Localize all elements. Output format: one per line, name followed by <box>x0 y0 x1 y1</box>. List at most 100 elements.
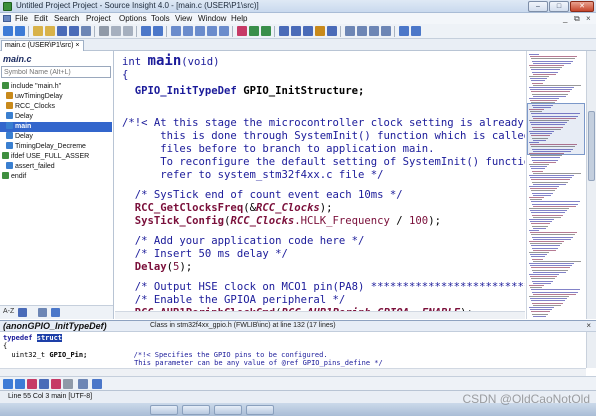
overview-line <box>530 166 547 168</box>
pin-icon[interactable] <box>51 379 61 389</box>
undo-icon[interactable] <box>141 26 151 36</box>
symbol-window-icon[interactable] <box>279 26 289 36</box>
overview-line <box>529 98 559 99</box>
symbol-item[interactable]: endif <box>0 172 112 182</box>
endif-icon <box>2 172 9 179</box>
context-window-icon[interactable] <box>291 26 301 36</box>
jump-icon[interactable] <box>249 26 259 36</box>
mdi-minimize-button[interactable]: _ <box>563 14 567 23</box>
editor-vertical-scrollbar[interactable] <box>586 51 596 319</box>
overview-line <box>529 241 564 242</box>
taskbar-button[interactable] <box>150 405 178 415</box>
params: (void) <box>181 56 220 68</box>
gear-icon[interactable] <box>92 379 102 389</box>
overview-line <box>533 304 561 306</box>
lock-icon[interactable] <box>63 379 73 389</box>
symbol-item[interactable]: RCC_Clocks <box>0 102 112 112</box>
layout-icon[interactable] <box>381 26 391 36</box>
grid-view-icon[interactable] <box>38 308 47 317</box>
copy-icon[interactable] <box>78 379 88 389</box>
variable-icon <box>6 92 13 99</box>
comment-line: files before to branch to application ma… <box>122 143 435 155</box>
tab-main-c[interactable]: main.c (USER\P1\src) × <box>1 40 84 51</box>
back-icon[interactable] <box>3 379 13 389</box>
layout-icon[interactable] <box>357 26 367 36</box>
forward-icon[interactable] <box>15 26 25 36</box>
settings-icon[interactable] <box>399 26 409 36</box>
overview-minimap[interactable] <box>526 51 585 319</box>
replace-icon[interactable] <box>195 26 205 36</box>
project-window-icon[interactable] <box>315 26 325 36</box>
scrollbar-thumb[interactable] <box>588 111 595 181</box>
context-window: (anonGPIO_InitTypeDef) Class in stm32f4x… <box>0 320 596 376</box>
symbol-search-input[interactable] <box>1 66 111 78</box>
new-file-icon[interactable] <box>33 26 43 36</box>
back-icon[interactable] <box>3 26 13 36</box>
taskbar-button[interactable] <box>182 405 210 415</box>
document-icon[interactable] <box>3 15 11 22</box>
taskbar-button[interactable] <box>214 405 242 415</box>
panel-icon[interactable] <box>411 26 421 36</box>
menu-search[interactable]: Search <box>54 14 79 23</box>
clip-window-icon[interactable] <box>327 26 337 36</box>
symbol-item[interactable]: TimingDelay_Decreme <box>0 142 112 152</box>
list-view-icon[interactable] <box>18 308 27 317</box>
open-file-icon[interactable] <box>45 26 55 36</box>
layout-icon[interactable] <box>345 26 355 36</box>
search-icon[interactable] <box>171 26 181 36</box>
editor-horizontal-scrollbar[interactable] <box>115 311 525 319</box>
code-line: RCC_GetClocksFreq(&RCC_Clocks); <box>122 202 333 215</box>
find-next-icon[interactable] <box>207 26 217 36</box>
menu-tools[interactable]: Tools <box>151 14 170 23</box>
print-icon[interactable] <box>81 26 91 36</box>
relation-window-icon[interactable] <box>303 26 313 36</box>
redo-icon[interactable] <box>153 26 163 36</box>
maximize-button[interactable]: □ <box>549 1 569 12</box>
save-all-icon[interactable] <box>69 26 79 36</box>
context-close-button[interactable]: × <box>586 321 591 330</box>
menu-edit[interactable]: Edit <box>34 14 48 23</box>
layout-icon[interactable] <box>39 379 49 389</box>
field: .HCLK_Frequency <box>294 215 390 227</box>
symbol-item[interactable]: include "main.h" <box>0 82 112 92</box>
overview-line <box>532 247 558 249</box>
symbol-item[interactable]: uwTimingDelay <box>0 92 112 102</box>
layout-icon[interactable] <box>369 26 379 36</box>
menu-window[interactable]: Window <box>198 14 226 23</box>
symbol-item[interactable]: assert_failed <box>0 162 112 172</box>
menu-file[interactable]: File <box>15 14 28 23</box>
save-icon[interactable] <box>57 26 67 36</box>
mdi-close-button[interactable]: × <box>586 14 591 23</box>
forward-icon[interactable] <box>15 379 25 389</box>
menu-options[interactable]: Options <box>119 14 147 23</box>
overview-line <box>533 227 546 229</box>
macro: RCC_Clocks <box>230 215 295 227</box>
sort-az-button[interactable]: A-Z <box>3 308 14 315</box>
close-button[interactable]: ✕ <box>570 1 594 12</box>
bookmark-icon[interactable] <box>237 26 247 36</box>
overview-line <box>533 293 576 295</box>
symbol-item[interactable]: main <box>0 122 112 132</box>
browse-icon[interactable] <box>261 26 271 36</box>
symbol-item[interactable]: Delay <box>0 132 112 142</box>
minimize-button[interactable]: – <box>528 1 548 12</box>
bookmark-icon[interactable] <box>27 379 37 389</box>
taskbar-button[interactable] <box>246 405 274 415</box>
symbol-item[interactable]: ifdef USE_FULL_ASSER <box>0 152 112 162</box>
overview-line <box>530 100 557 102</box>
paste-icon[interactable] <box>123 26 133 36</box>
symbol-item[interactable]: Delay <box>0 112 112 122</box>
overview-line <box>531 102 555 104</box>
cut-icon[interactable] <box>99 26 109 36</box>
search-project-icon[interactable] <box>183 26 193 36</box>
gear-icon[interactable] <box>51 308 60 317</box>
copy-icon[interactable] <box>111 26 121 36</box>
menu-help[interactable]: Help <box>231 14 247 23</box>
context-vertical-scrollbar[interactable] <box>586 332 596 368</box>
mdi-restore-button[interactable]: ⧉ <box>574 14 580 24</box>
menu-project[interactable]: Project <box>86 14 111 23</box>
context-horizontal-scrollbar[interactable] <box>0 368 586 376</box>
menu-view[interactable]: View <box>175 14 192 23</box>
code-editor[interactable]: int main(void) { GPIO_InitTypeDef GPIO_I… <box>115 51 525 319</box>
find-prev-icon[interactable] <box>219 26 229 36</box>
